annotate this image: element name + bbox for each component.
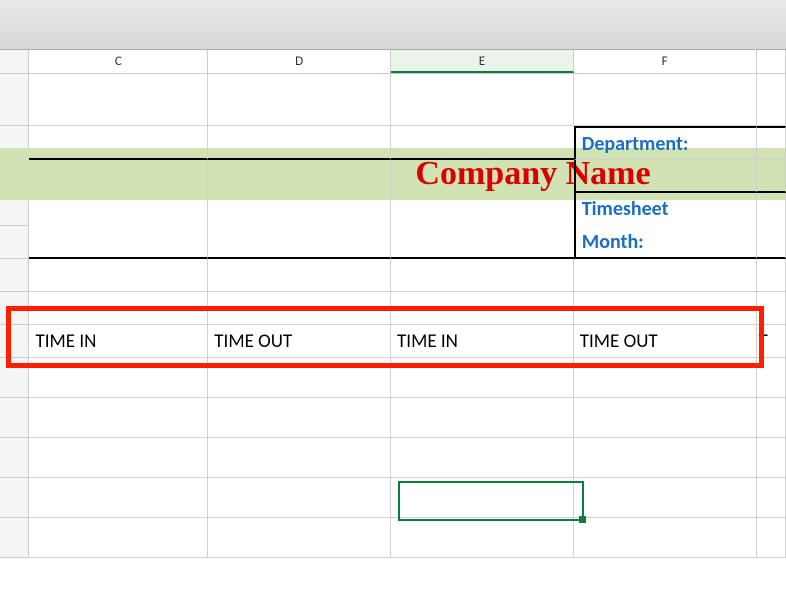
timesheet-label-cell[interactable]: Timesheet — [574, 193, 757, 226]
cell[interactable] — [391, 126, 574, 160]
cell[interactable] — [391, 292, 574, 325]
cell[interactable] — [391, 74, 574, 126]
department-label-cell[interactable]: Department: — [574, 126, 757, 160]
cell[interactable] — [757, 126, 786, 160]
cell[interactable] — [208, 438, 391, 478]
cell[interactable] — [391, 518, 574, 558]
cell[interactable] — [29, 292, 208, 325]
cell[interactable] — [29, 358, 208, 398]
cell[interactable] — [208, 478, 391, 518]
cell[interactable] — [391, 226, 574, 259]
column-header-c[interactable]: C — [29, 50, 208, 73]
row-header[interactable] — [0, 438, 29, 478]
select-all-corner[interactable] — [0, 50, 29, 73]
column-header-e[interactable]: E — [391, 50, 574, 73]
spreadsheet-grid[interactable]: Company Name Department: Tim — [0, 74, 786, 558]
table-header: TIME IN — [29, 325, 207, 358]
timesheet-label: Timesheet — [576, 193, 756, 225]
row-header[interactable] — [0, 518, 29, 558]
cell[interactable] — [29, 518, 208, 558]
cell[interactable] — [757, 160, 786, 193]
cell[interactable] — [29, 74, 208, 126]
cell[interactable] — [574, 438, 757, 478]
column-header-g[interactable] — [757, 50, 786, 73]
cell[interactable] — [757, 292, 786, 325]
cell[interactable] — [208, 259, 391, 292]
cell[interactable] — [208, 358, 391, 398]
cell[interactable] — [757, 74, 786, 126]
header-time-in-2[interactable]: TIME IN — [391, 325, 574, 358]
row-header[interactable] — [0, 398, 29, 438]
cell[interactable] — [574, 518, 757, 558]
table-header: TIME OUT — [208, 325, 390, 358]
cell[interactable] — [29, 226, 208, 259]
table-header: T — [757, 325, 785, 358]
cell[interactable] — [757, 193, 786, 226]
column-header-d[interactable]: D — [208, 50, 391, 73]
window-chrome — [0, 0, 786, 50]
cell[interactable] — [208, 226, 391, 259]
header-partial[interactable]: T — [757, 325, 786, 358]
cell[interactable] — [757, 398, 786, 438]
department-label: Department: — [576, 128, 756, 160]
cell[interactable] — [757, 259, 786, 292]
cell[interactable] — [757, 518, 786, 558]
cell[interactable] — [29, 438, 208, 478]
cell[interactable] — [391, 358, 574, 398]
cell[interactable] — [208, 518, 391, 558]
cell[interactable] — [574, 292, 757, 325]
cell[interactable] — [574, 478, 757, 518]
cell[interactable] — [574, 398, 757, 438]
table-header: TIME IN — [391, 325, 573, 358]
cell[interactable] — [208, 74, 391, 126]
cell[interactable] — [757, 438, 786, 478]
cell[interactable] — [574, 358, 757, 398]
month-label-cell[interactable]: Month: — [574, 226, 757, 259]
cell[interactable] — [757, 358, 786, 398]
cell[interactable] — [29, 259, 208, 292]
row-header[interactable] — [0, 358, 29, 398]
cell[interactable] — [208, 398, 391, 438]
cell[interactable] — [574, 160, 757, 193]
month-label: Month: — [576, 226, 756, 258]
cell[interactable] — [757, 226, 786, 259]
cell[interactable] — [29, 193, 208, 226]
cell[interactable] — [208, 160, 391, 193]
row-header[interactable] — [0, 259, 29, 292]
cell[interactable] — [208, 193, 391, 226]
cell[interactable] — [757, 478, 786, 518]
cell[interactable] — [29, 126, 208, 160]
cell[interactable] — [29, 398, 208, 438]
table-header: TIME OUT — [574, 325, 756, 358]
cell[interactable] — [391, 259, 574, 292]
cell[interactable] — [391, 478, 574, 518]
cell[interactable] — [391, 438, 574, 478]
header-time-out-1[interactable]: TIME OUT — [208, 325, 391, 358]
cell[interactable] — [391, 193, 574, 226]
row-header[interactable] — [0, 292, 29, 325]
cell[interactable] — [391, 398, 574, 438]
header-time-in-1[interactable]: TIME IN — [29, 325, 208, 358]
cell[interactable] — [208, 126, 391, 160]
row-header[interactable] — [0, 325, 29, 358]
cell[interactable] — [391, 160, 574, 193]
row-header[interactable] — [0, 74, 29, 126]
cell[interactable] — [29, 478, 208, 518]
header-time-out-2[interactable]: TIME OUT — [574, 325, 757, 358]
row-header[interactable] — [0, 226, 29, 259]
column-header-row: C D E F — [0, 50, 786, 74]
column-header-f[interactable]: F — [574, 50, 757, 73]
cell[interactable] — [29, 160, 208, 193]
cell[interactable] — [574, 74, 757, 126]
cell[interactable] — [208, 292, 391, 325]
cell[interactable] — [574, 259, 757, 292]
row-header[interactable] — [0, 478, 29, 518]
